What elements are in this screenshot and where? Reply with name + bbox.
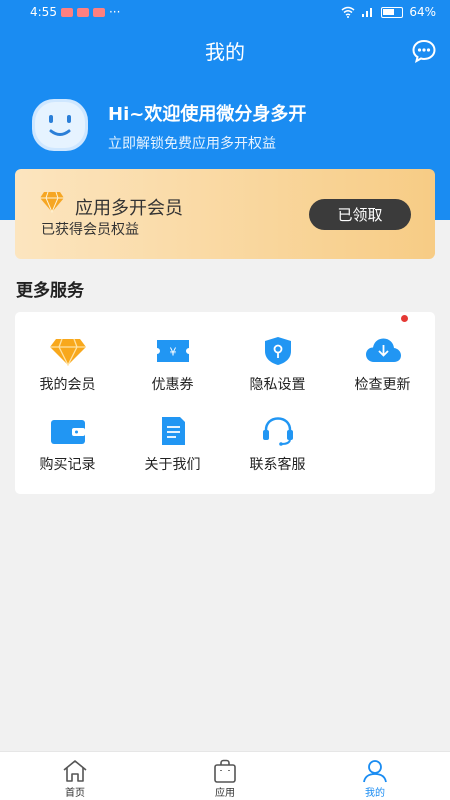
- membership-subtitle: 已获得会员权益: [41, 222, 139, 238]
- greeting-text: Hi~欢迎使用微分身多开: [108, 104, 307, 125]
- svg-text:¥: ¥: [170, 346, 177, 359]
- diamond-icon: [50, 338, 86, 366]
- claimed-button[interactable]: 已领取: [309, 199, 411, 230]
- service-about-us[interactable]: 关于我们: [120, 392, 225, 474]
- nav-profile[interactable]: 我的: [300, 752, 450, 800]
- signal-icon: [362, 8, 373, 17]
- battery-icon: [381, 6, 404, 18]
- service-purchase-history[interactable]: 购买记录: [15, 392, 120, 474]
- message-icon[interactable]: [411, 38, 437, 64]
- shield-icon: [265, 337, 291, 365]
- service-contact-support[interactable]: 联系客服: [225, 392, 330, 474]
- more-notifications-icon: ···: [108, 5, 121, 19]
- nav-label: 首页: [65, 788, 85, 799]
- headset-icon: [263, 417, 293, 446]
- status-bar: 4:55 ··· 64%: [0, 0, 450, 24]
- services-grid: 我的会员 ¥ 优惠券 隐私设置 检查更新 购买记录 关于我们 联系客服: [15, 312, 435, 494]
- service-label: 检查更新: [354, 377, 411, 393]
- service-coupons[interactable]: ¥ 优惠券: [120, 312, 225, 394]
- battery-level: 64%: [409, 5, 436, 19]
- home-icon: [63, 760, 87, 782]
- service-label: 优惠券: [151, 377, 194, 393]
- wifi-icon: [341, 6, 355, 18]
- nav-apps[interactable]: 应用: [150, 752, 300, 800]
- diamond-icon: [40, 191, 64, 213]
- nav-label: 应用: [215, 788, 235, 799]
- service-my-membership[interactable]: 我的会员: [15, 312, 120, 394]
- service-label: 我的会员: [39, 377, 96, 393]
- service-check-update[interactable]: 检查更新: [330, 312, 435, 394]
- avatar[interactable]: [30, 97, 90, 153]
- greeting-subtitle: 立即解锁免费应用多开权益: [108, 136, 276, 152]
- notification-icon: [92, 7, 105, 17]
- bag-icon: [214, 759, 236, 783]
- status-time: 4:55: [30, 5, 57, 19]
- service-label: 关于我们: [144, 457, 201, 473]
- section-title: 更多服务: [16, 281, 84, 301]
- document-icon: [162, 417, 185, 445]
- page-title: 我的: [205, 40, 245, 64]
- notification-icon: [76, 7, 89, 17]
- cloud-download-icon: [366, 338, 401, 362]
- service-label: 购买记录: [39, 457, 96, 473]
- membership-card[interactable]: 应用多开会员 已获得会员权益 已领取: [15, 169, 435, 259]
- bottom-navigation: 首页 应用 我的: [0, 751, 450, 800]
- service-privacy-settings[interactable]: 隐私设置: [225, 312, 330, 394]
- notification-icon: [60, 7, 73, 17]
- nav-label: 我的: [365, 788, 385, 799]
- wallet-icon: [51, 420, 85, 444]
- membership-title: 应用多开会员: [75, 198, 183, 219]
- user-icon: [363, 760, 387, 783]
- nav-home[interactable]: 首页: [0, 752, 150, 800]
- service-label: 联系客服: [249, 457, 306, 473]
- coupon-icon: ¥: [157, 340, 189, 362]
- service-label: 隐私设置: [249, 377, 306, 393]
